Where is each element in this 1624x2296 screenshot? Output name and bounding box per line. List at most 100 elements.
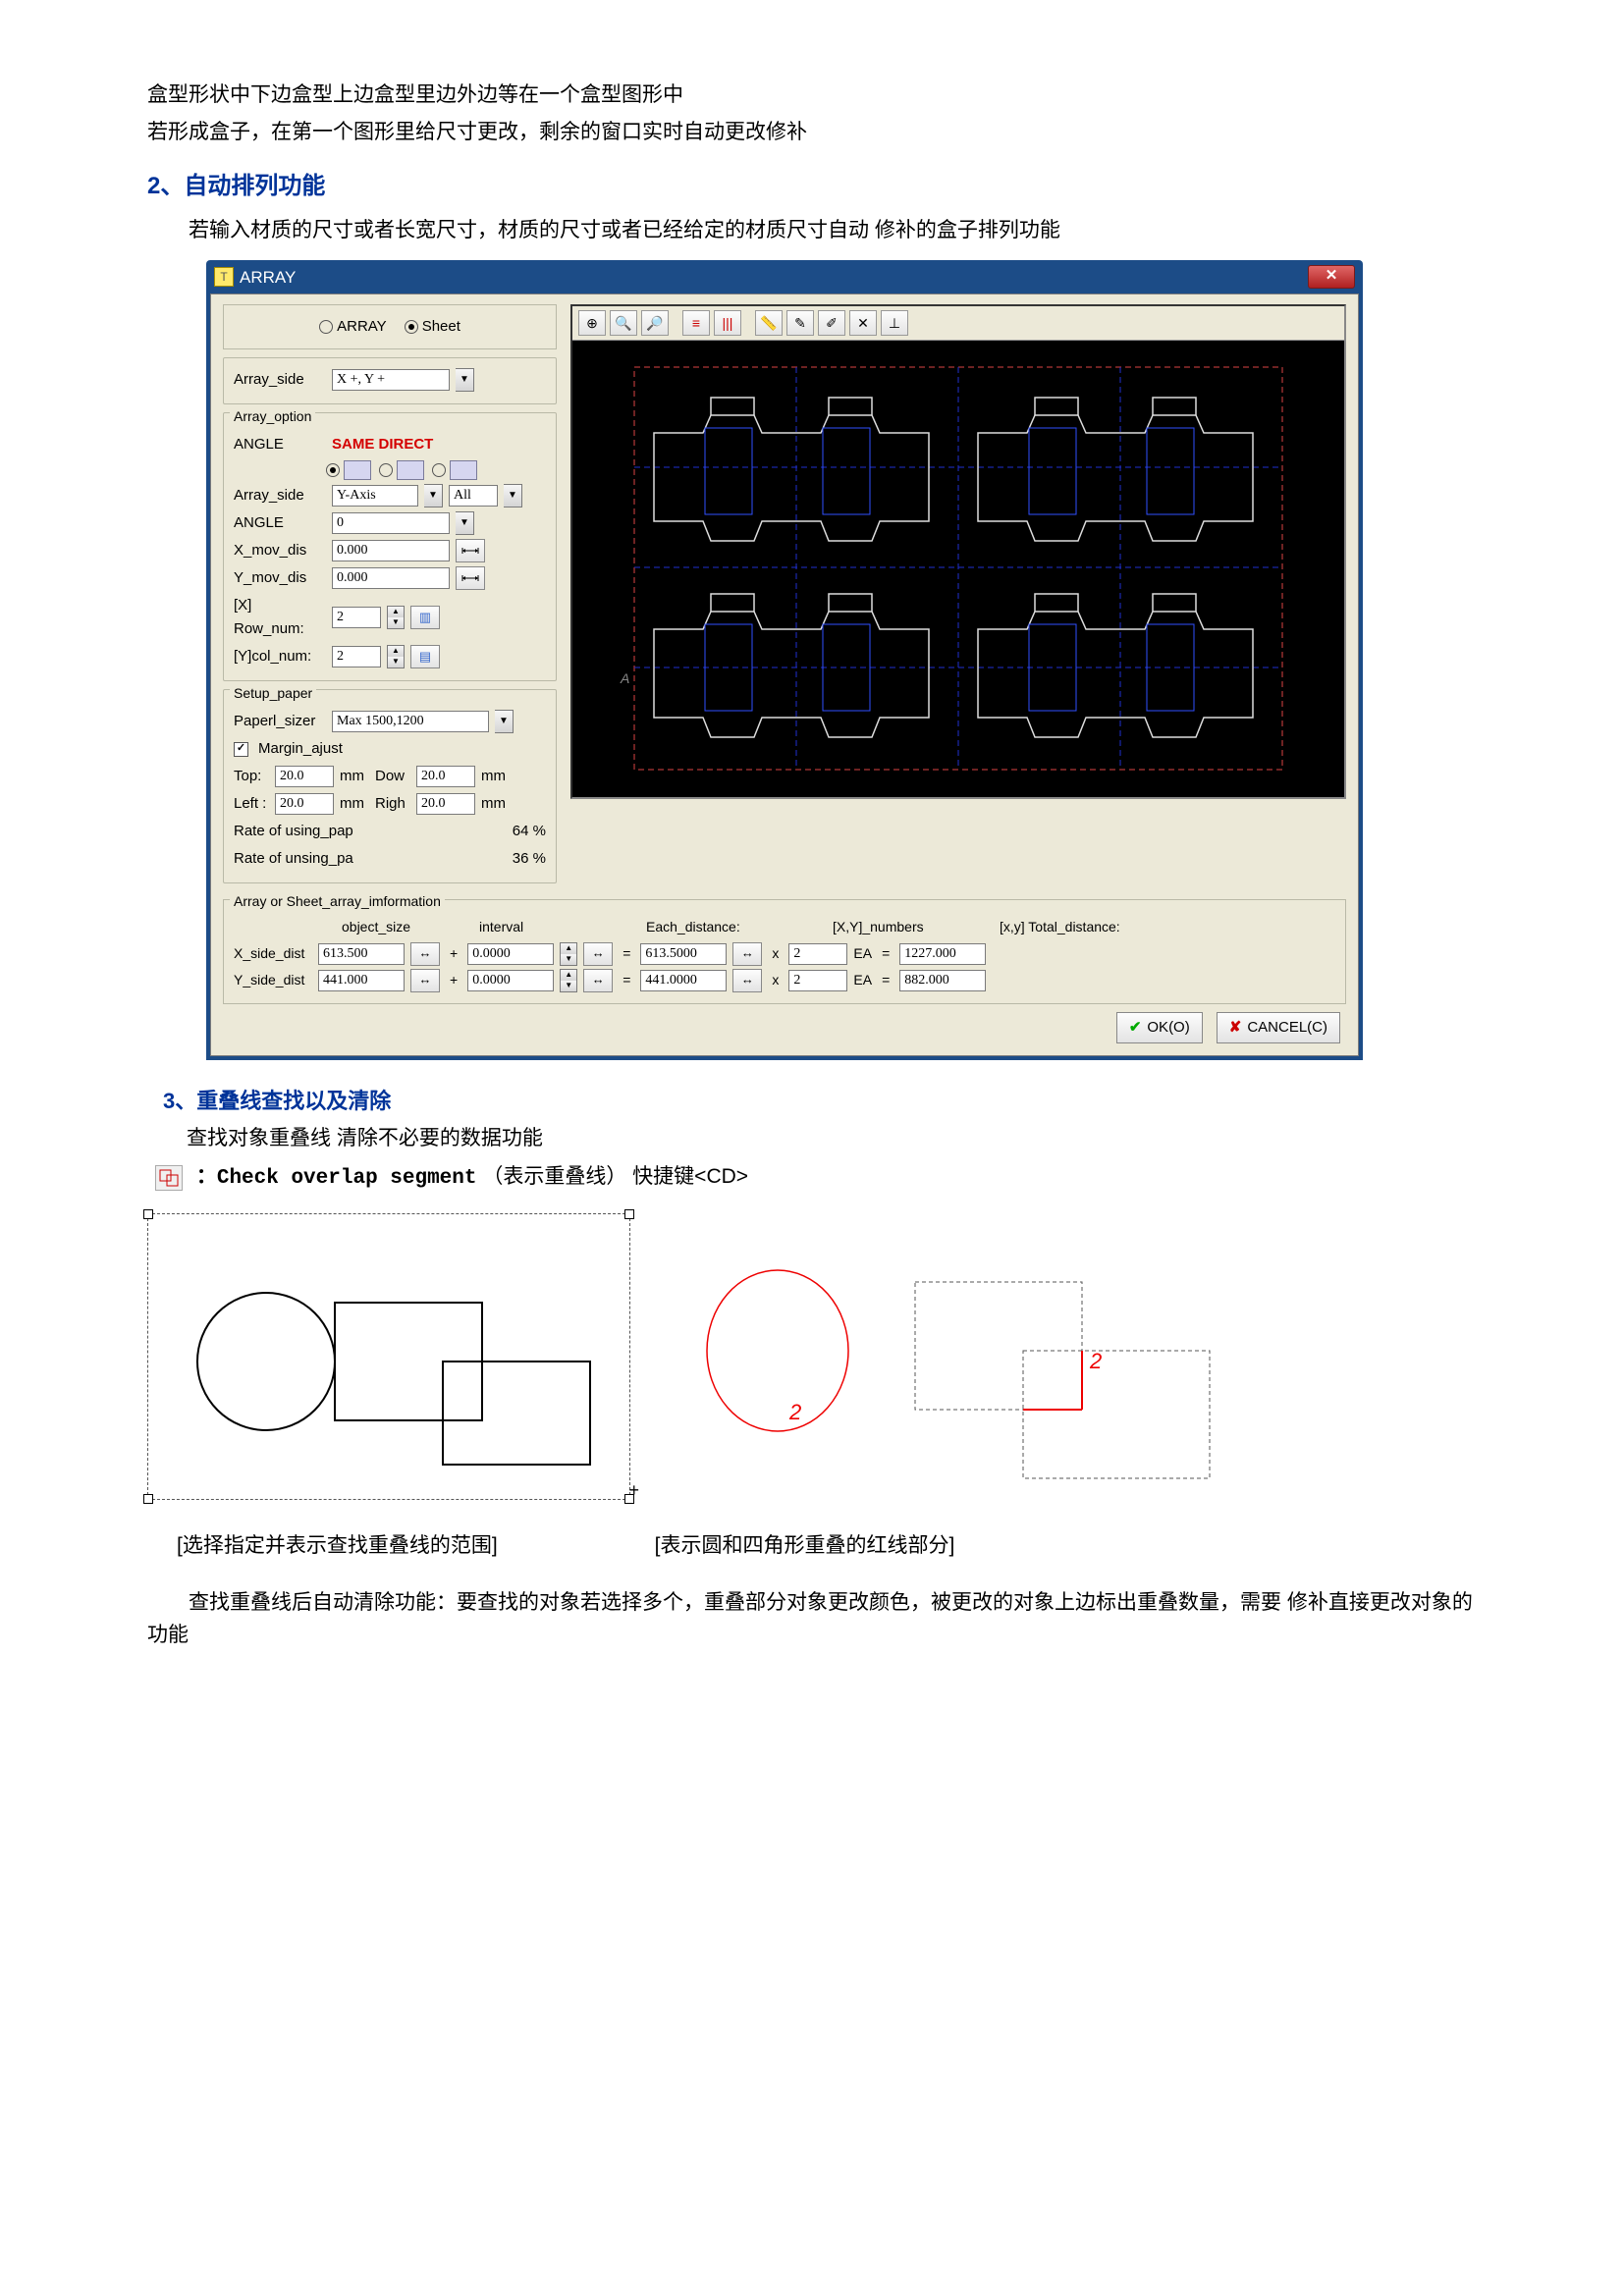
paper-sizer-label: Paperl_sizer — [234, 710, 326, 733]
rate-using-label: Rate of using_pap — [234, 820, 353, 843]
measure-icon[interactable]: ↔ — [410, 969, 440, 992]
ok-button[interactable]: ✔OK(O) — [1116, 1012, 1203, 1043]
rownum-spinner[interactable]: ▲▼ — [387, 606, 405, 629]
overlap-tool-line: ：Check overlap segment （表示重叠线） 快捷键<CD> — [155, 1160, 1477, 1196]
xmov-input[interactable] — [332, 540, 450, 561]
app-icon: T — [214, 267, 234, 287]
col-each-distance: Each_distance: — [646, 916, 833, 937]
yside-label: Y_side_dist — [234, 969, 312, 990]
same-direct-text: SAME DIRECT — [332, 433, 433, 456]
xside-each-input[interactable] — [640, 943, 727, 965]
measure-icon[interactable]: ↔ — [583, 969, 613, 992]
mode-group: ARRAY Sheet — [223, 304, 557, 349]
dialog-titlebar[interactable]: T ARRAY ✕ — [210, 260, 1359, 294]
left-label: Left : — [234, 792, 269, 816]
overlap-tool-paren: （表示重叠线） 快捷键<CD> — [482, 1165, 748, 1188]
left-input[interactable] — [275, 793, 334, 815]
ea-unit: EA — [853, 942, 872, 964]
figure-caption-1: [选择指定并表示查找重叠线的范围] — [177, 1529, 498, 1563]
top-input[interactable] — [275, 766, 334, 787]
edit-icon[interactable]: ✐ — [818, 310, 845, 336]
cursor-plus-icon: + — [628, 1476, 639, 1505]
xside-obj-input[interactable] — [318, 943, 405, 965]
top-label: Top: — [234, 765, 269, 788]
down-label: Dow — [375, 765, 410, 788]
ymov-input[interactable] — [332, 567, 450, 589]
ruler-icon[interactable]: 📏 — [755, 310, 783, 336]
angle2-input[interactable] — [332, 512, 450, 534]
col-object-size: object_size — [342, 916, 479, 937]
xside-int-spinner[interactable]: ▲▼ — [560, 942, 577, 966]
hlines-icon[interactable]: ≡ — [682, 310, 710, 336]
xside-int-input[interactable] — [467, 943, 554, 965]
perp-icon[interactable]: ⊥ — [881, 310, 908, 336]
figure-selection-range: + — [147, 1213, 630, 1500]
opt-icon-3[interactable] — [432, 460, 477, 480]
radio-array[interactable]: ARRAY — [319, 315, 387, 339]
mm-unit: mm — [481, 792, 506, 816]
overlap-count-rect: 2 — [1089, 1349, 1102, 1373]
x-side-row: X_side_dist ↔ + ▲▼ ↔ = ↔ x EA = — [234, 942, 1335, 966]
zoom-extents-icon[interactable]: ⊕ — [578, 310, 606, 336]
yside-each-input[interactable] — [640, 970, 727, 991]
down-input[interactable] — [416, 766, 475, 787]
col-total-distance: [x,y] Total_distance: — [1000, 916, 1166, 937]
measure-icon[interactable]: ↔ — [732, 969, 762, 992]
zoom-out-icon[interactable]: 🔎 — [641, 310, 669, 336]
mm-unit: mm — [340, 792, 369, 816]
section-3-after: 查找重叠线后自动清除功能：要查找的对象若选择多个，重叠部分对象更改颜色，被更改的… — [147, 1586, 1477, 1652]
opt-icon-2[interactable] — [379, 460, 424, 480]
overlap-tool-icon — [155, 1165, 183, 1191]
cancel-button[interactable]: ✘CANCEL(C) — [1217, 1012, 1340, 1043]
chevron-down-icon[interactable]: ▼ — [456, 511, 474, 535]
delete-icon[interactable]: ✕ — [849, 310, 877, 336]
vlines-icon[interactable]: ||| — [714, 310, 741, 336]
y-side-row: Y_side_dist ↔ + ▲▼ ↔ = ↔ x EA = — [234, 969, 1335, 992]
paper-sizer-input[interactable] — [332, 711, 489, 732]
rate-unsing-value: 36 % — [513, 847, 546, 871]
right-input[interactable] — [416, 793, 475, 815]
measure-icon[interactable]: ↔ — [410, 942, 440, 966]
cad-preview[interactable]: ⊕ 🔍 🔎 ≡ ||| 📏 ✎ ✐ ✕ ⊥ — [570, 304, 1346, 799]
opt-icon-1[interactable] — [326, 460, 371, 480]
rownum-input[interactable] — [332, 607, 381, 628]
ymov-label: Y_mov_dis — [234, 566, 326, 590]
colnum-spinner[interactable]: ▲▼ — [387, 645, 405, 668]
yside-int-spinner[interactable]: ▲▼ — [560, 969, 577, 992]
measure-icon[interactable] — [456, 539, 485, 562]
measure-icon[interactable]: ↔ — [583, 942, 613, 966]
chevron-down-icon[interactable]: ▼ — [504, 484, 522, 507]
section-2-body: 若输入材质的尺寸或者长宽尺寸，材质的尺寸或者已经给定的材质尺寸自动 修补的盒子排… — [147, 214, 1477, 247]
angle-label: ANGLE — [234, 433, 326, 456]
xside-total-input[interactable] — [899, 943, 986, 965]
rate-using-value: 64 % — [513, 820, 546, 843]
radio-sheet[interactable]: Sheet — [405, 315, 460, 339]
array-side2-input[interactable] — [332, 485, 418, 507]
yside-obj-input[interactable] — [318, 970, 405, 991]
measure-icon[interactable]: ↔ — [732, 942, 762, 966]
chevron-down-icon[interactable]: ▼ — [456, 368, 474, 392]
margin-adjust-checkbox[interactable]: ✓ — [234, 742, 248, 757]
pencil-icon[interactable]: ✎ — [786, 310, 814, 336]
colnum-input[interactable] — [332, 646, 381, 667]
margin-adjust-label: Margin_ajust — [258, 737, 343, 761]
selection-handle-icon — [143, 1209, 153, 1219]
close-icon[interactable]: ✕ — [1308, 265, 1355, 289]
measure-icon[interactable] — [456, 566, 485, 590]
all-input[interactable] — [449, 485, 498, 507]
chevron-down-icon[interactable]: ▼ — [424, 484, 443, 507]
array-side-input[interactable] — [332, 369, 450, 391]
xside-n-input[interactable] — [788, 943, 847, 965]
chevron-down-icon[interactable]: ▼ — [495, 710, 514, 733]
yside-n-input[interactable] — [788, 970, 847, 991]
preview-toolbar: ⊕ 🔍 🔎 ≡ ||| 📏 ✎ ✐ ✕ ⊥ — [572, 306, 1344, 341]
grid-icon[interactable]: ▥ — [410, 606, 440, 629]
section-3-body: 查找对象重叠线 清除不必要的数据功能 — [187, 1122, 1477, 1155]
yside-int-input[interactable] — [467, 970, 554, 991]
grid-icon[interactable]: ▤ — [410, 645, 440, 668]
array-side-group: Array_side ▼ — [223, 357, 557, 404]
yside-total-input[interactable] — [899, 970, 986, 991]
xside-label: X_side_dist — [234, 942, 312, 964]
zoom-in-icon[interactable]: 🔍 — [610, 310, 637, 336]
array-option-group: Array_option ANGLE SAME DIRECT Array_sid… — [223, 412, 557, 681]
